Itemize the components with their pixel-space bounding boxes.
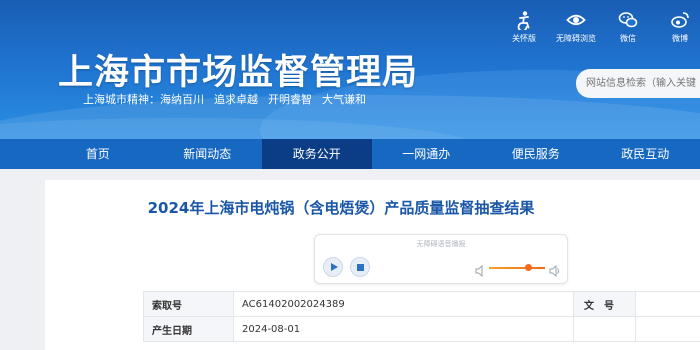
document-number-label: 文 号 — [573, 291, 636, 317]
nav-item-services[interactable]: 便民服务 — [481, 139, 591, 169]
volume-low-icon[interactable] — [475, 262, 485, 281]
nav-item-interaction[interactable]: 政民互动 — [591, 139, 700, 169]
tool-label: 无障碍浏览 — [556, 34, 596, 43]
slogan-part: 开明睿智 — [268, 93, 312, 106]
table-row: 索取号 AC61402002024389 文 号 — [143, 291, 700, 317]
article-panel: 2024年上海市电炖锅（含电焐煲）产品质量监督抽查结果 无障碍语音播报 索取号 … — [45, 180, 700, 350]
slogan-part: 追求卓越 — [214, 93, 258, 106]
tool-label: 关怀版 — [512, 34, 536, 43]
empty-cell — [635, 316, 700, 342]
accessible-browse-button[interactable]: 无障碍浏览 — [550, 10, 602, 44]
nav-item-home[interactable]: 首页 — [43, 139, 153, 169]
article-title: 2024年上海市电炖锅（含电焐煲）产品质量监督抽查结果 — [147, 199, 535, 217]
index-number-value: AC61402002024389 — [233, 291, 574, 317]
wechat-button[interactable]: 微信 — [602, 10, 654, 44]
document-number-value — [635, 291, 700, 317]
index-number-label: 索取号 — [143, 291, 234, 317]
main-nav: 首页 新闻动态 政务公开 一网通办 便民服务 政民互动 — [0, 139, 700, 169]
accessibility-icon — [498, 10, 550, 32]
site-header: 上海市市场监督管理局 上海城市精神：海纳百川 追求卓越 开明睿智 大气谦和 关怀版 无… — [0, 0, 700, 139]
play-icon — [330, 263, 338, 271]
document-info-table: 索取号 AC61402002024389 文 号 产生日期 2024-08-01 — [143, 291, 700, 342]
stop-icon — [356, 263, 364, 271]
slogan-part: 大气谦和 — [322, 93, 366, 106]
nav-item-one-network[interactable]: 一网通办 — [372, 139, 482, 169]
empty-cell — [573, 316, 636, 342]
eye-icon — [550, 10, 602, 31]
care-mode-button[interactable]: 关怀版 — [498, 10, 550, 44]
site-search-input[interactable] — [576, 69, 700, 98]
volume-high-icon[interactable] — [549, 262, 561, 281]
audio-player: 无障碍语音播报 — [314, 234, 568, 284]
table-row: 产生日期 2024-08-01 — [143, 316, 700, 342]
player-title: 无障碍语音播报 — [416, 240, 466, 248]
header-tools: 关怀版 无障碍浏览 微信 微博 — [498, 10, 700, 44]
volume-slider[interactable] — [489, 267, 545, 269]
date-label: 产生日期 — [143, 316, 234, 342]
play-button[interactable] — [323, 257, 343, 277]
wechat-icon — [602, 10, 654, 31]
weibo-button[interactable]: 微博 — [654, 10, 700, 44]
weibo-icon — [654, 10, 700, 31]
site-title[interactable]: 上海市市场监督管理局 — [58, 44, 418, 95]
volume-slider-handle[interactable] — [525, 264, 533, 271]
city-spirit-slogan: 上海城市精神：海纳百川 追求卓越 开明睿智 大气谦和 — [83, 91, 376, 107]
date-value: 2024-08-01 — [233, 316, 574, 342]
tool-label: 微博 — [672, 34, 688, 43]
slogan-part: 上海城市精神：海纳百川 — [83, 93, 204, 106]
tool-label: 微信 — [620, 34, 636, 43]
stop-button[interactable] — [350, 257, 370, 277]
nav-item-government-affairs[interactable]: 政务公开 — [262, 139, 372, 169]
nav-item-news[interactable]: 新闻动态 — [153, 139, 263, 169]
